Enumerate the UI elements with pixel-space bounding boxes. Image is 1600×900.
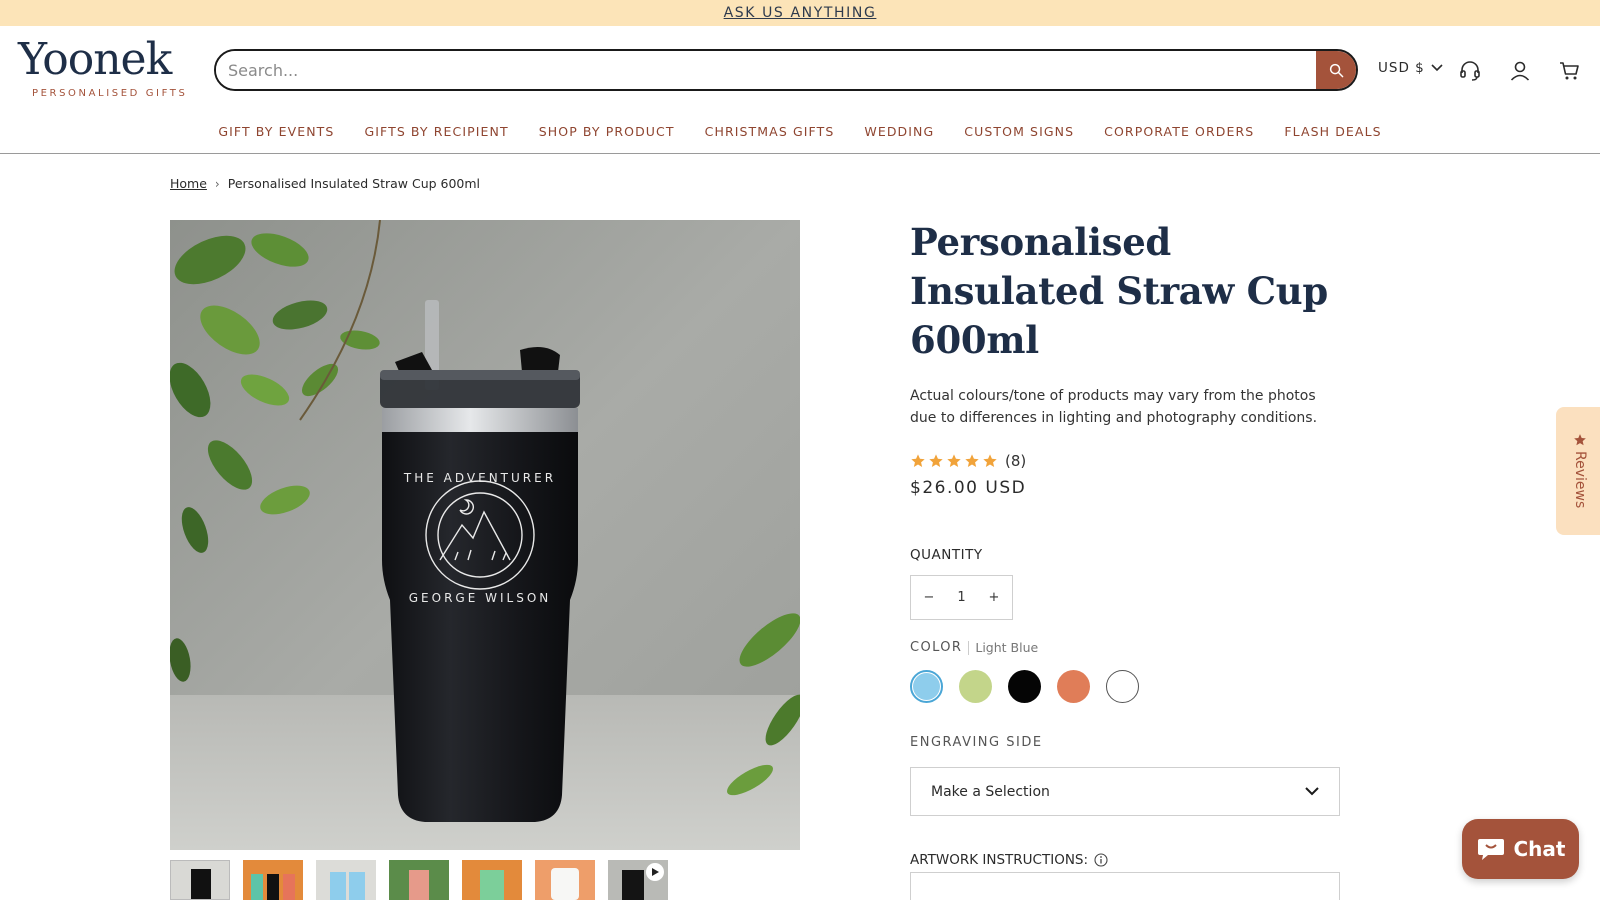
quantity-increase-button[interactable]: + <box>988 590 1000 605</box>
swatch-orange[interactable] <box>1057 670 1090 703</box>
search-input[interactable] <box>216 51 1316 89</box>
product-info: Personalised Insulated Straw Cup 600ml A… <box>910 218 1340 429</box>
quantity-stepper: − 1 + <box>910 575 1013 620</box>
thumbnail-strip <box>170 860 668 900</box>
product-main-image[interactable]: THE ADVENTURER GEORGE WILSON <box>170 220 800 850</box>
chat-bubble-icon <box>1477 839 1504 860</box>
color-swatches <box>910 670 1139 703</box>
color-disclaimer: Actual colours/tone of products may vary… <box>910 388 1318 426</box>
thumbnail-2[interactable] <box>243 860 303 900</box>
product-rating[interactable]: (8) <box>910 452 1026 470</box>
breadcrumb-current: Personalised Insulated Straw Cup 600ml <box>227 176 481 191</box>
search-bar <box>214 49 1358 91</box>
swatch-green[interactable] <box>959 670 992 703</box>
breadcrumb-separator: › <box>214 176 220 191</box>
color-selected-value: Light Blue <box>975 640 1039 655</box>
thumbnail-5[interactable] <box>462 860 522 900</box>
breadcrumb-home[interactable]: Home <box>170 176 207 191</box>
chevron-down-icon <box>1305 787 1319 796</box>
quantity-decrease-button[interactable]: − <box>923 590 935 605</box>
product-price: $26.00 USD <box>910 478 1027 498</box>
star-icon <box>929 454 943 467</box>
nav-shop-by-product[interactable]: SHOP BY PRODUCT <box>524 120 690 144</box>
engraving-top-text: THE ADVENTURER <box>403 471 556 485</box>
engraving-side-select[interactable]: Make a Selection <box>910 767 1340 816</box>
search-button[interactable] <box>1316 51 1356 89</box>
logo[interactable]: Yoonek PERSONALISED GIFTS <box>18 36 196 102</box>
site-header: Yoonek PERSONALISED GIFTS USD $ GIFT BY … <box>0 26 1600 154</box>
swatch-white[interactable] <box>1106 670 1139 703</box>
star-icon <box>983 454 997 467</box>
swatch-light-blue[interactable] <box>910 670 943 703</box>
logo-tagline: PERSONALISED GIFTS <box>32 88 188 99</box>
thumbnail-3[interactable] <box>316 860 376 900</box>
currency-selector[interactable]: USD $ <box>1378 60 1443 76</box>
nav-gift-by-events[interactable]: GIFT BY EVENTS <box>203 120 349 144</box>
announcement-bar: ASK US ANYTHING <box>0 0 1600 26</box>
star-icon <box>947 454 961 467</box>
engraving-side-label: ENGRAVING SIDE <box>910 735 1043 750</box>
nav-gifts-by-recipient[interactable]: GIFTS BY RECIPIENT <box>349 120 523 144</box>
reviews-tab-label: Reviews <box>1572 451 1588 509</box>
cart-icon[interactable] <box>1557 58 1583 84</box>
logo-wordmark: Yoonek <box>18 34 172 85</box>
thumbnail-6[interactable] <box>535 860 595 900</box>
breadcrumb: Home › Personalised Insulated Straw Cup … <box>170 176 480 191</box>
currency-label: USD $ <box>1378 60 1425 76</box>
artwork-instructions-text: ARTWORK INSTRUCTIONS: <box>910 852 1089 868</box>
nav-christmas-gifts[interactable]: CHRISTMAS GIFTS <box>690 120 850 144</box>
thumbnail-4[interactable] <box>389 860 449 900</box>
chevron-down-icon <box>1431 64 1443 72</box>
quantity-label: QUANTITY <box>910 547 983 563</box>
engraving-side-value: Make a Selection <box>931 783 1050 800</box>
reviews-side-tab[interactable]: Reviews <box>1556 407 1600 535</box>
quantity-value[interactable]: 1 <box>957 590 965 605</box>
thumbnail-1[interactable] <box>170 860 230 900</box>
color-option-header: COLOR Light Blue <box>910 640 1038 655</box>
chat-button[interactable]: Chat <box>1462 819 1579 879</box>
star-icon <box>911 454 925 467</box>
info-icon[interactable] <box>1094 853 1108 867</box>
artwork-instructions-input[interactable] <box>910 872 1340 900</box>
main-nav: GIFT BY EVENTS GIFTS BY RECIPIENT SHOP B… <box>0 120 1600 144</box>
engraving-bottom-text: GEORGE WILSON <box>409 591 552 605</box>
color-label: COLOR <box>910 640 963 655</box>
search-icon <box>1329 63 1343 77</box>
review-count: (8) <box>1005 452 1027 470</box>
star-icon <box>1574 434 1586 446</box>
nav-corporate-orders[interactable]: CORPORATE ORDERS <box>1089 120 1269 144</box>
artwork-instructions-label: ARTWORK INSTRUCTIONS: <box>910 852 1108 868</box>
swatch-black[interactable] <box>1008 670 1041 703</box>
nav-wedding[interactable]: WEDDING <box>849 120 949 144</box>
nav-flash-deals[interactable]: FLASH DEALS <box>1269 120 1396 144</box>
product-title: Personalised Insulated Straw Cup 600ml <box>910 220 1328 362</box>
color-divider <box>968 640 970 655</box>
thumbnail-video[interactable] <box>608 860 668 900</box>
account-icon[interactable] <box>1507 58 1533 84</box>
nav-custom-signs[interactable]: CUSTOM SIGNS <box>949 120 1089 144</box>
ask-us-anything-link[interactable]: ASK US ANYTHING <box>724 5 877 21</box>
support-headset-icon[interactable] <box>1457 58 1483 84</box>
chat-label: Chat <box>1513 837 1566 861</box>
star-icon <box>965 454 979 467</box>
